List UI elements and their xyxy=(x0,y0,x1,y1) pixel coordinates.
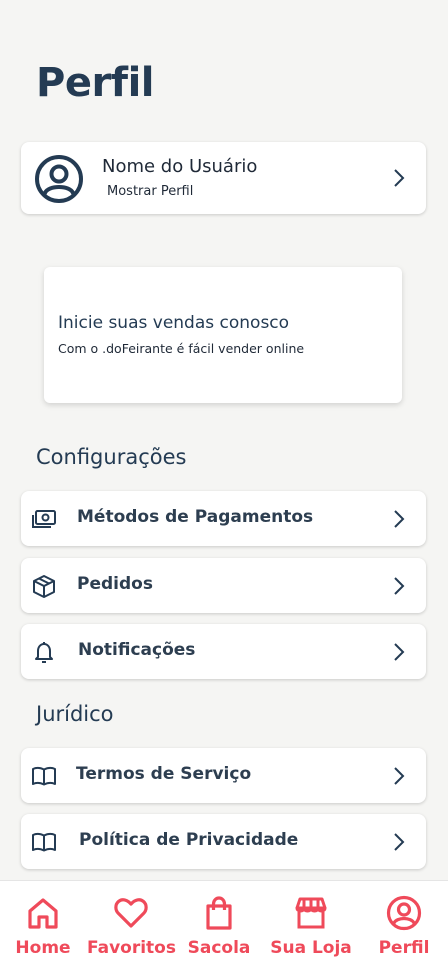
book-icon xyxy=(32,766,56,786)
page-title: Perfil xyxy=(36,60,155,106)
orders-item[interactable]: Pedidos xyxy=(21,558,426,613)
store-icon xyxy=(295,897,327,929)
chevron-right-icon xyxy=(394,643,405,661)
nav-profile-label: Perfil xyxy=(378,938,430,958)
user-circle-icon xyxy=(386,895,422,931)
book-icon xyxy=(32,832,56,852)
user-avatar-icon xyxy=(35,155,83,203)
show-profile-link[interactable]: Mostrar Perfil xyxy=(107,184,193,199)
profile-name: Nome do Usuário xyxy=(102,156,258,177)
chevron-right-icon xyxy=(394,510,405,528)
privacy-policy-label: Política de Privacidade xyxy=(79,830,299,850)
money-icon xyxy=(32,510,56,528)
nav-my-store[interactable]: Sua Loja xyxy=(270,881,352,969)
terms-of-service-label: Termos de Serviço xyxy=(76,764,252,784)
terms-of-service-item[interactable]: Termos de Serviço xyxy=(21,748,426,803)
promo-title: Inicie suas vendas conosco xyxy=(58,313,290,333)
profile-card[interactable]: Nome do Usuário Mostrar Perfil xyxy=(21,142,426,214)
nav-home-label: Home xyxy=(15,938,71,958)
chevron-right-icon xyxy=(394,577,405,595)
privacy-policy-item[interactable]: Política de Privacidade xyxy=(21,814,426,869)
nav-favorites-label: Favoritos xyxy=(87,938,176,958)
nav-bag[interactable]: Sacola xyxy=(186,881,252,969)
nav-my-store-label: Sua Loja xyxy=(270,938,352,958)
promo-card[interactable]: Inicie suas vendas conosco Com o .doFeir… xyxy=(44,267,402,403)
bell-icon xyxy=(35,642,53,663)
bag-icon xyxy=(206,896,232,930)
nav-favorites[interactable]: Favoritos xyxy=(87,881,176,969)
notifications-item[interactable]: Notificações xyxy=(21,624,426,679)
promo-subtitle: Com o .doFeirante é fácil vender online xyxy=(58,341,305,356)
notifications-label: Notificações xyxy=(78,640,196,660)
settings-section-title: Configurações xyxy=(36,445,187,469)
payment-methods-label: Métodos de Pagamentos xyxy=(77,507,314,527)
home-icon xyxy=(28,898,58,929)
bottom-navigation: Home Favoritos Sacola Sua Loja Perfil xyxy=(0,880,448,969)
chevron-right-icon xyxy=(394,767,405,785)
chevron-right-icon xyxy=(394,169,405,187)
legal-section-title: Jurídico xyxy=(36,702,114,726)
package-icon xyxy=(33,575,55,598)
chevron-right-icon xyxy=(394,833,405,851)
nav-profile[interactable]: Perfil xyxy=(374,881,434,969)
payment-methods-item[interactable]: Métodos de Pagamentos xyxy=(21,491,426,546)
heart-icon xyxy=(114,898,148,928)
orders-label: Pedidos xyxy=(77,574,153,594)
nav-home[interactable]: Home xyxy=(10,881,76,969)
nav-bag-label: Sacola xyxy=(187,938,251,958)
